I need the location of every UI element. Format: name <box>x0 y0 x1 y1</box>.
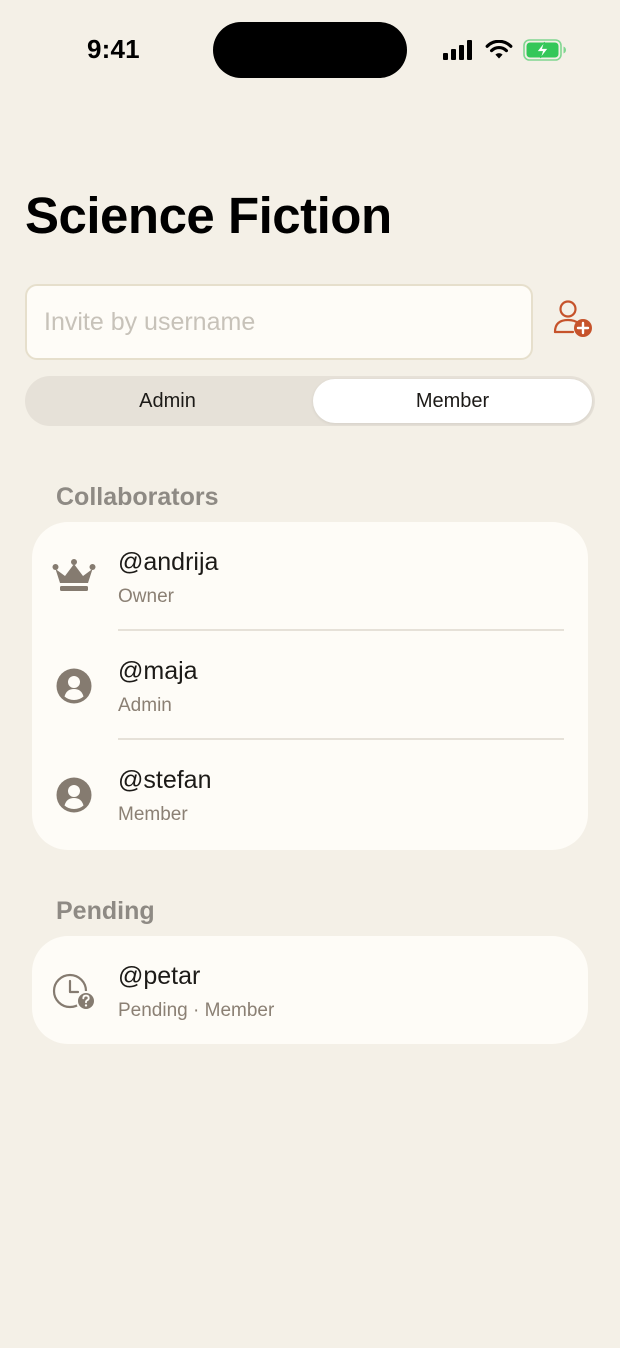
role-option-admin[interactable]: Admin <box>28 379 307 423</box>
collaborators-card: @andrija Owner @maja Admin @stefan Membe… <box>32 522 588 850</box>
pending-username: @petar <box>118 962 201 990</box>
collaborator-role: Owner <box>118 586 174 607</box>
person-circle-icon <box>52 773 96 817</box>
clock-question-icon <box>52 969 96 1013</box>
dynamic-island <box>213 22 407 78</box>
cellular-signal-icon <box>443 40 475 60</box>
collaborator-username: @maja <box>118 657 198 685</box>
pending-section-title: Pending <box>56 897 155 925</box>
collaborator-row[interactable]: @andrija Owner <box>32 522 588 631</box>
pending-status: Pending · Member <box>118 1000 275 1021</box>
crown-icon <box>52 555 96 599</box>
person-circle-icon <box>52 664 96 708</box>
screen: 9:41 Science Fiction Invite by username … <box>0 0 620 1348</box>
page-title: Science Fiction <box>25 187 392 244</box>
role-segmented-control: Admin Member <box>25 376 595 426</box>
battery-charging-icon <box>523 39 567 61</box>
collaborator-username: @andrija <box>118 548 219 576</box>
collaborator-row[interactable]: @stefan Member <box>32 740 588 849</box>
wifi-icon <box>485 40 513 60</box>
collaborators-section-title: Collaborators <box>56 483 219 511</box>
collaborator-row[interactable]: @maja Admin <box>32 631 588 740</box>
collaborator-role: Admin <box>118 695 172 716</box>
pending-card: @petar Pending · Member <box>32 936 588 1044</box>
invite-username-input[interactable] <box>25 284 533 360</box>
person-add-icon <box>552 299 596 346</box>
status-time: 9:41 <box>87 34 140 64</box>
add-user-button[interactable] <box>552 299 596 346</box>
pending-row[interactable]: @petar Pending · Member <box>32 936 588 1044</box>
status-icons <box>443 37 567 63</box>
collaborator-role: Member <box>118 804 188 825</box>
role-option-member[interactable]: Member <box>313 379 592 423</box>
collaborator-username: @stefan <box>118 766 212 794</box>
